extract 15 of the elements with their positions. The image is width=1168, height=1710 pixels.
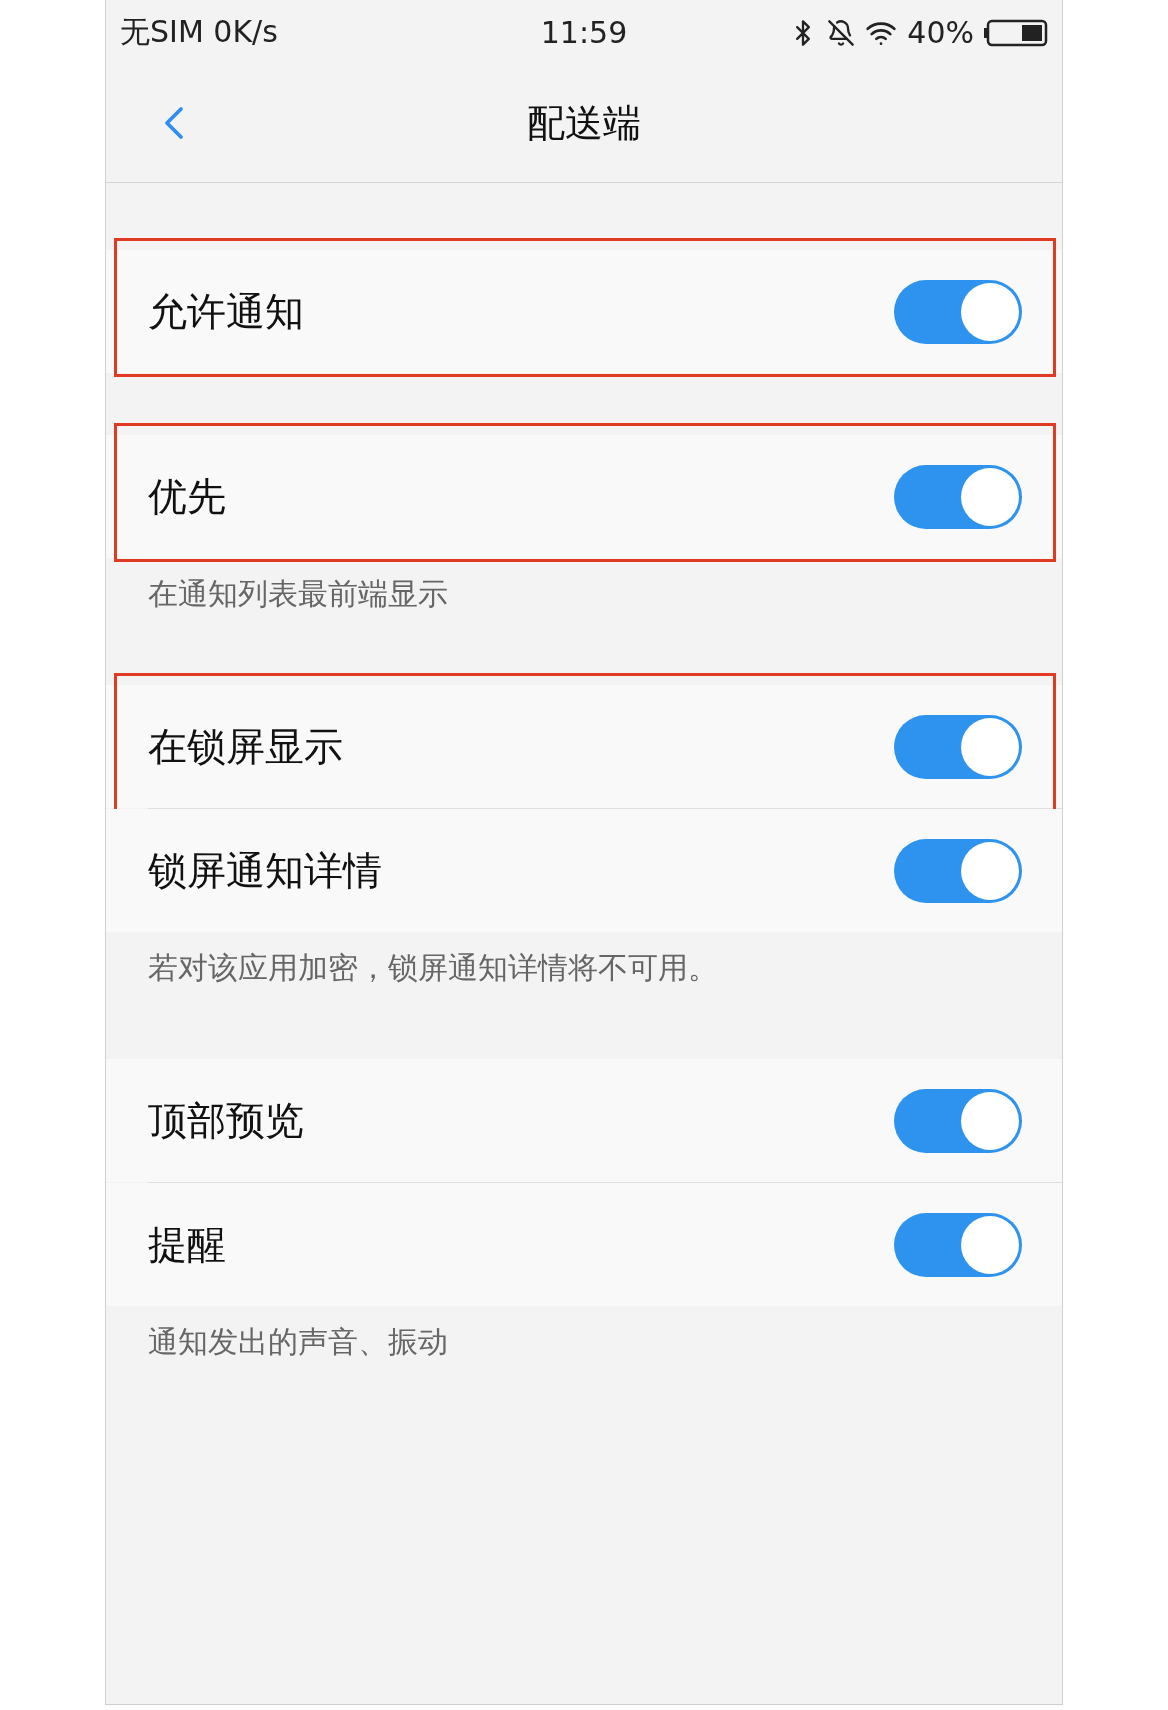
setting-note: 通知发出的声音、振动: [148, 1324, 448, 1359]
setting-label: 提醒: [148, 1220, 226, 1269]
bell-off-icon: [827, 18, 856, 47]
setting-label: 顶部预览: [148, 1096, 304, 1145]
setting-label: 优先: [148, 472, 226, 521]
setting-label: 在锁屏显示: [148, 722, 343, 771]
carrier-text: 无SIM 0K/s: [120, 13, 278, 51]
battery-icon: [984, 18, 1048, 47]
setting-label: 锁屏通知详情: [148, 846, 382, 895]
page-title: 配送端: [527, 100, 641, 147]
clock-time: 11:59: [540, 15, 628, 50]
setting-label: 允许通知: [148, 287, 304, 336]
setting-note: 在通知列表最前端显示: [148, 576, 448, 611]
battery-percent: 40%: [907, 15, 974, 50]
setting-note: 若对该应用加密，锁屏通知详情将不可用。: [148, 950, 718, 985]
